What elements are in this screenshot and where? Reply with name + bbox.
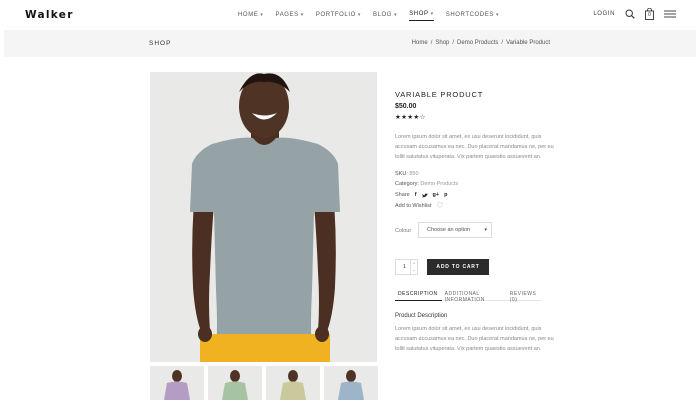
description-text: Lorem ipsum dolor sit amet, ex usu deser… xyxy=(395,326,554,352)
breadcrumb-current: Variable Product xyxy=(506,40,550,46)
search-icon[interactable] xyxy=(625,9,635,19)
nav-item-label: BLOG xyxy=(372,11,393,18)
category-label: Category: xyxy=(395,181,419,187)
share-label: Share xyxy=(395,192,410,198)
login-link[interactable]: LOGIN xyxy=(593,11,615,17)
star-rating[interactable]: ★★★★☆ xyxy=(395,113,426,121)
pinterest-icon[interactable]: p xyxy=(444,192,447,198)
variation-label: Colour xyxy=(395,228,412,234)
thumbnail-photo xyxy=(280,370,306,400)
product-tabs: DESCRIPTION ADDITIONAL INFORMATION REVIE… xyxy=(395,288,541,303)
thumbnail-3[interactable] xyxy=(266,366,320,400)
breadcrumb: Home / Shop / Demo Products / Variable P… xyxy=(412,40,550,46)
nav-item-label: PAGES xyxy=(275,11,299,18)
product-short-description: Lorem ipsum dolor sit amet, ex usu deser… xyxy=(395,134,554,160)
nav-item-home[interactable]: HOME ▾ xyxy=(238,11,264,21)
menu-icon[interactable] xyxy=(664,10,676,18)
tab-reviews[interactable]: REVIEWS (0) xyxy=(507,288,541,303)
chevron-down-icon: ▾ xyxy=(260,11,264,18)
share-row: Share f g+ p xyxy=(395,192,447,198)
breadcrumb-demo-products[interactable]: Demo Products xyxy=(457,40,498,46)
thumbnail-2[interactable] xyxy=(208,366,262,400)
heart-icon[interactable]: ♡ xyxy=(436,202,443,210)
nav-item-portfolio[interactable]: PORTFOLIO ▾ xyxy=(316,11,361,21)
wishlist-label[interactable]: Add to Wishlist xyxy=(395,203,431,209)
facebook-icon[interactable]: f xyxy=(415,192,417,198)
breadcrumb-separator: / xyxy=(430,40,433,46)
product-title: VARIABLE PRODUCT xyxy=(395,90,484,99)
chevron-down-icon: ▾ xyxy=(430,11,434,17)
nav-item-shortcodes[interactable]: SHORTCODES ▾ xyxy=(446,11,499,21)
chevron-down-icon: ▾ xyxy=(394,11,398,18)
product-thumbnails xyxy=(150,366,378,400)
star-empty-icon: ☆ xyxy=(419,114,426,121)
sku-value: 850 xyxy=(409,171,419,177)
colour-select[interactable]: Choose an option ▾ xyxy=(418,222,492,238)
thumbnail-photo xyxy=(222,370,248,400)
quantity-value[interactable]: 1 xyxy=(403,264,406,270)
main-nav: HOME ▾ PAGES ▾ PORTFOLIO ▾ BLOG ▾ SHOP ▾ SHOR… xyxy=(238,11,499,21)
nav-item-pages[interactable]: PAGES ▾ xyxy=(276,11,304,21)
nav-item-label: SHORTCODES xyxy=(445,11,494,18)
nav-item-blog[interactable]: BLOG ▾ xyxy=(373,11,397,21)
category-link[interactable]: Demo Products xyxy=(420,181,458,187)
thumbnail-photo xyxy=(338,370,364,400)
chevron-down-icon: ▾ xyxy=(300,11,304,18)
quantity-arrows[interactable]: + − xyxy=(410,260,417,274)
tab-additional-information[interactable]: ADDITIONAL INFORMATION xyxy=(442,288,507,303)
thumbnail-shirt xyxy=(164,381,190,400)
nav-item-label: HOME xyxy=(238,11,259,18)
breadcrumb-separator: / xyxy=(452,40,455,46)
breadcrumb-shop[interactable]: Shop xyxy=(435,40,449,46)
header-actions: LOGIN 0 xyxy=(593,8,676,20)
thumbnail-shirt xyxy=(280,381,306,400)
quantity-stepper[interactable]: 1 + − xyxy=(395,259,418,275)
product-main-image[interactable] xyxy=(150,72,377,362)
page-title-band: SHOP Home / Shop / Demo Products / Varia… xyxy=(4,30,696,57)
wishlist-row[interactable]: Add to Wishlist ♡ xyxy=(395,202,444,210)
thumbnail-4[interactable] xyxy=(324,366,378,400)
nav-item-shop[interactable]: SHOP ▾ xyxy=(409,11,434,21)
sku-row: SKU: 850 xyxy=(395,171,419,177)
add-to-cart-button[interactable]: ADD TO CART xyxy=(427,259,489,275)
thumbnail-shirt xyxy=(338,381,364,400)
sku-label: SKU: xyxy=(395,171,408,177)
page-title: SHOP xyxy=(149,40,172,47)
twitter-icon[interactable] xyxy=(421,193,428,198)
category-row: Category: Demo Products xyxy=(395,181,458,187)
product-price: $50.00 xyxy=(395,103,417,110)
site-header: Walker HOME ▾ PAGES ▾ PORTFOLIO ▾ BLOG ▾ SHO… xyxy=(0,0,700,30)
description-heading: Product Description xyxy=(395,313,448,319)
nav-item-label: PORTFOLIO xyxy=(315,11,356,18)
thumbnail-photo xyxy=(164,370,190,400)
breadcrumb-separator: / xyxy=(501,40,504,46)
google-plus-icon[interactable]: g+ xyxy=(433,192,440,198)
chevron-down-icon: ▾ xyxy=(495,11,500,18)
colour-select-value: Choose an option xyxy=(427,227,471,233)
increment-icon[interactable]: + xyxy=(411,260,417,267)
chevron-down-icon: ▾ xyxy=(357,11,361,18)
thumbnail-shirt xyxy=(222,381,248,400)
cart-button[interactable]: 0 xyxy=(645,8,654,20)
nav-item-label: SHOP xyxy=(409,11,429,17)
caret-down-icon: ▾ xyxy=(484,227,487,233)
breadcrumb-home[interactable]: Home xyxy=(412,40,428,46)
thumbnail-1[interactable] xyxy=(150,366,204,400)
tab-description[interactable]: DESCRIPTION xyxy=(395,288,442,301)
cart-count-badge: 0 xyxy=(648,12,651,18)
site-logo[interactable]: Walker xyxy=(25,9,74,21)
product-photo-illustration xyxy=(190,73,340,362)
decrement-icon[interactable]: − xyxy=(411,267,417,274)
